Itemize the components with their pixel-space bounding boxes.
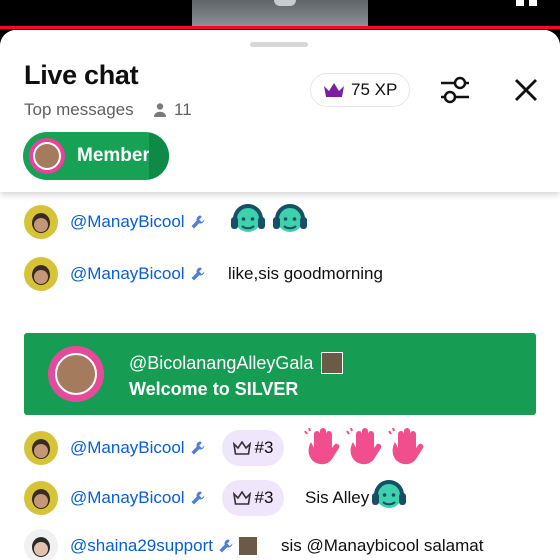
- video-strip: [0, 0, 560, 30]
- crown-icon: [324, 83, 344, 97]
- person-with-headphones-emoji: [372, 480, 406, 508]
- message-author[interactable]: @ManayBicool: [70, 488, 206, 508]
- wrench-icon: [219, 539, 233, 553]
- message-text: sis @Manaybicool salamat: [281, 536, 484, 555]
- waving-hand-emoji: [304, 428, 340, 465]
- avatar[interactable]: [24, 257, 58, 291]
- author-name[interactable]: @ManayBicool: [70, 212, 185, 232]
- video-thumbnail[interactable]: [192, 0, 368, 26]
- person-icon: [154, 103, 166, 117]
- video-progress-bar: [0, 26, 560, 29]
- message-author[interactable]: @shaina29support: [70, 536, 257, 556]
- author-name[interactable]: @ManayBicool: [70, 438, 185, 458]
- chat-message: @shaina29support sis @Manaybicool salama…: [0, 526, 560, 560]
- viewer-count: 11: [152, 100, 192, 120]
- welcome-text: Welcome to SILVER: [129, 379, 299, 399]
- chat-message: @ManayBicool: [0, 202, 560, 242]
- person-with-headphones-emoji: [231, 204, 265, 232]
- welcome-author[interactable]: @BicolanangAlleyGala: [129, 352, 344, 374]
- wrench-icon: [191, 491, 204, 505]
- drag-handle[interactable]: [250, 42, 308, 47]
- message-author[interactable]: @ManayBicool: [70, 438, 206, 458]
- message-author[interactable]: @ManayBicool: [70, 212, 206, 232]
- member-chip[interactable]: Member: [23, 132, 169, 180]
- rank-badge[interactable]: #3: [222, 480, 284, 516]
- close-icon[interactable]: [512, 76, 540, 104]
- top-messages-label[interactable]: Top messages: [24, 100, 134, 120]
- pause-icon[interactable]: [516, 0, 538, 6]
- live-chat-title: Live chat: [24, 60, 139, 90]
- message-emojis: [304, 428, 424, 466]
- chat-message: @ManayBicool #3 Sis Alley: [0, 478, 560, 518]
- xp-label: 75 XP: [351, 80, 398, 99]
- message-emojis: [371, 478, 407, 516]
- member-avatar: [29, 138, 65, 174]
- welcome-announcement: @BicolanangAlleyGala Welcome to SILVER: [24, 333, 536, 415]
- member-badge-icon: [321, 352, 344, 374]
- avatar[interactable]: [24, 481, 58, 515]
- author-name[interactable]: @shaina29support: [70, 536, 213, 556]
- filter-settings-icon[interactable]: [437, 73, 473, 107]
- chat-message: @ManayBicool like,sis goodmorning: [0, 254, 560, 294]
- chat-feed[interactable]: @ManayBicool @ManayBicool like,sis goodm…: [0, 192, 560, 560]
- avatar[interactable]: [24, 529, 58, 560]
- message-text: Sis Alley: [305, 488, 370, 507]
- member-badge-icon: [238, 537, 257, 555]
- author-name[interactable]: @ManayBicool: [70, 264, 185, 284]
- rank-text: #3: [254, 488, 274, 507]
- live-chat-header: Live chat Top messages 11 75 XP Member: [0, 30, 560, 192]
- waving-hand-emoji: [346, 428, 382, 465]
- avatar[interactable]: [48, 346, 104, 402]
- wrench-icon: [191, 441, 204, 455]
- crown-outline-icon: [232, 491, 251, 505]
- avatar[interactable]: [24, 205, 58, 239]
- chat-message: @ManayBicool #3: [0, 428, 560, 468]
- message-text: like,sis goodmorning: [228, 264, 383, 283]
- member-chip-edge: [149, 132, 169, 180]
- rank-text: #3: [254, 438, 274, 457]
- author-name[interactable]: @ManayBicool: [70, 488, 185, 508]
- waving-hand-emoji: [388, 428, 424, 465]
- viewer-count-text: 11: [174, 100, 192, 119]
- wrench-icon: [191, 215, 204, 229]
- person-with-headphones-emoji: [273, 204, 307, 232]
- message-author[interactable]: @ManayBicool: [70, 264, 206, 284]
- wrench-icon: [191, 267, 204, 281]
- xp-button[interactable]: 75 XP: [310, 73, 411, 107]
- welcome-author-name[interactable]: @BicolanangAlleyGala: [129, 353, 313, 374]
- rank-badge[interactable]: #3: [222, 430, 284, 466]
- message-emojis: [230, 202, 308, 240]
- crown-outline-icon: [232, 441, 251, 455]
- live-chat-panel: Live chat Top messages 11 75 XP Member @…: [0, 30, 560, 560]
- member-chip-label: Member: [77, 145, 150, 166]
- avatar[interactable]: [24, 431, 58, 465]
